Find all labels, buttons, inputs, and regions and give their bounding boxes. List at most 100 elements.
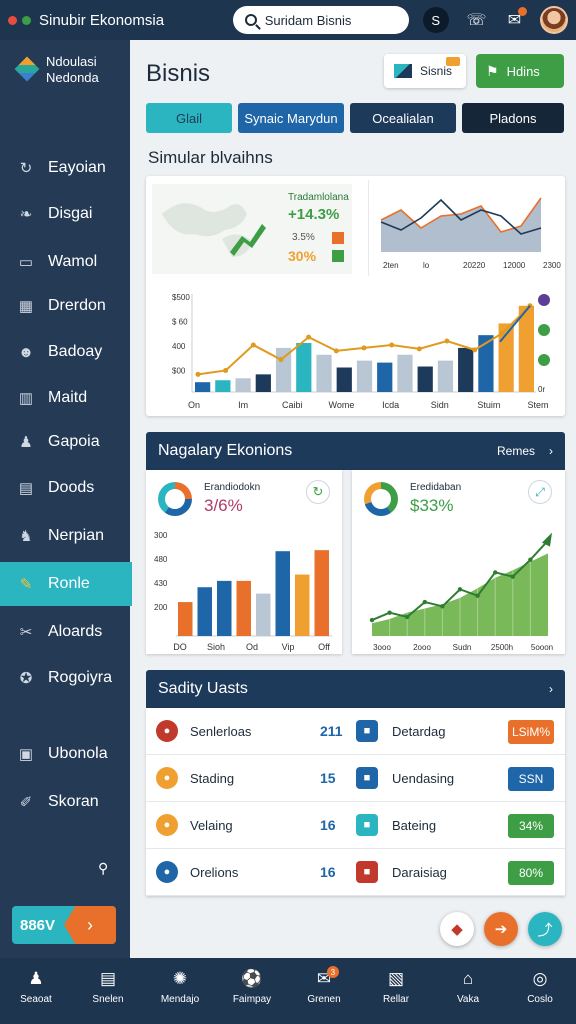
- sidebar-item-label: Gapoia: [48, 433, 100, 450]
- header-button-primary[interactable]: ⚑ Hdins: [476, 54, 564, 88]
- list-item-label: Detardag: [392, 724, 446, 739]
- chat-icon[interactable]: ⤴: [528, 912, 562, 946]
- sidebar-item-ronle[interactable]: ✎ Ronle: [0, 562, 132, 606]
- charts-panel-action[interactable]: Remes ›: [497, 444, 553, 458]
- bottom-nav-vaka[interactable]: ⌂ Vaka: [432, 958, 504, 1024]
- line-point: [405, 614, 410, 620]
- bottom-nav-seaoat[interactable]: ♟ Seaoat: [0, 958, 72, 1024]
- x-tick-label: Caibi: [282, 400, 303, 410]
- list-item-count: 16: [320, 817, 336, 833]
- sidebar-item-eayoian[interactable]: ↻ Eayoian: [0, 146, 130, 190]
- bottom-nav-rellar[interactable]: ▧ Rellar: [360, 958, 432, 1024]
- legend-check-icon: [538, 294, 550, 306]
- mini-chart-svg: 2ten lo 20220 12000 2300: [380, 197, 561, 270]
- chevron-right-icon[interactable]: ›: [549, 682, 553, 696]
- y-tick-label: 480: [154, 555, 168, 564]
- list-item-label: Velaing: [190, 818, 233, 833]
- collapse-icon[interactable]: ⚲: [98, 860, 108, 877]
- sidebar-item-drerdon[interactable]: ▦ Drerdon: [0, 284, 130, 328]
- header-button-secondary[interactable]: Sisnis: [384, 54, 466, 88]
- list-item-icon: ■: [356, 720, 378, 742]
- tools-icon: ✂: [19, 624, 33, 641]
- user-icon: ♟: [28, 969, 44, 988]
- sidebar-item-gapoia[interactable]: ♟ Gapoia: [0, 420, 130, 464]
- sidebar-item-badoay[interactable]: ☻ Badoay: [0, 330, 130, 374]
- line-point: [440, 604, 445, 609]
- bottom-nav-faimpay[interactable]: ⚽ Faimpay: [216, 958, 288, 1024]
- close-dot[interactable]: [8, 15, 17, 25]
- combo-chart: $500 $ 60 400 $00 On Im Caibi Wome Icda Sidn Stuim…: [172, 293, 550, 410]
- list-item[interactable]: ● Orelions 16 ■ Daraisiag 80%: [146, 849, 565, 896]
- tab-synaic-marydun[interactable]: Synaic Marydun: [238, 103, 344, 133]
- fire-icon[interactable]: ➔: [484, 912, 518, 946]
- shield-icon[interactable]: ◆: [440, 912, 474, 946]
- maximize-dot[interactable]: [22, 15, 31, 25]
- sidebar-item-maitd[interactable]: ▥ Maitd: [0, 376, 130, 420]
- bar: [195, 382, 211, 392]
- x-tick-label: 2ten: [383, 261, 399, 270]
- stat-value: 30%: [288, 248, 317, 264]
- bar: [336, 367, 352, 392]
- brand-name: Ndoulasi Nedonda: [46, 54, 99, 86]
- x-tick-label: 2500h: [491, 643, 513, 652]
- status-pill[interactable]: SSN: [508, 767, 554, 791]
- refresh-icon: ↻: [19, 160, 33, 177]
- list-item-label: Orelions: [190, 865, 239, 880]
- bottom-nav-grenen[interactable]: ✉ Grenen 3: [288, 958, 360, 1024]
- sidebar-item-disgai[interactable]: ❧ Disgai: [0, 192, 130, 236]
- bar: [377, 362, 393, 392]
- line-point: [493, 570, 498, 575]
- line-point: [389, 342, 395, 348]
- user-initial-button[interactable]: S: [422, 7, 449, 33]
- status-pill[interactable]: 34%: [508, 814, 554, 838]
- y-tick-label: 200: [154, 603, 168, 612]
- section-title: Simular blvaihns: [148, 148, 273, 167]
- box-icon: [394, 64, 412, 78]
- tab-ocealialan[interactable]: Ocealialan: [350, 103, 456, 133]
- main-content: Bisnis Sisnis ⚑ Hdins Glail Synaic Maryd…: [130, 40, 576, 958]
- search-input[interactable]: Suridam Bisnis: [232, 6, 409, 34]
- bottom-nav-coslo[interactable]: ◎ Coslo: [504, 958, 576, 1024]
- bar: [197, 587, 212, 636]
- stats-list: ● Senlerloas 211 ■ Detardag LSiM% ● Stadi…: [146, 708, 565, 896]
- line-point: [499, 330, 505, 336]
- list-item-icon: ●: [156, 767, 178, 789]
- status-pill[interactable]: LSiM%: [508, 720, 554, 744]
- bar-chart: 300 480 430 200 DO Sioh Od Vip Off: [154, 531, 332, 652]
- bottom-nav-snelen[interactable]: ▤ Snelen: [72, 958, 144, 1024]
- bottom-nav-label: Faimpay: [232, 994, 272, 1005]
- sidebar-cta-button[interactable]: 886V ›: [12, 906, 116, 944]
- refresh-icon[interactable]: ↻: [306, 480, 330, 504]
- stat-swatch-green: [332, 250, 344, 262]
- sidebar-item-aloards[interactable]: ✂ Aloards: [0, 610, 130, 654]
- avatar[interactable]: [540, 6, 568, 34]
- phone-icon[interactable]: ☏: [467, 10, 487, 30]
- list-item-icon: ■: [356, 767, 378, 789]
- tab-glail[interactable]: Glail: [146, 103, 232, 133]
- status-pill[interactable]: 80%: [508, 861, 554, 885]
- notification-icon[interactable]: ✉: [505, 7, 528, 30]
- list-item[interactable]: ● Velaing 16 ■ Bateing 34%: [146, 802, 565, 849]
- bottom-nav-mendajo[interactable]: ✺ Mendajo: [144, 958, 216, 1024]
- sidebar-item-doods[interactable]: ▤ Doods: [0, 466, 130, 510]
- sidebar-item-wamol[interactable]: ▭ Wamol: [0, 240, 130, 284]
- x-tick-label: 3ooo: [373, 643, 391, 652]
- mini-area: [381, 198, 541, 252]
- expand-icon[interactable]: ⤢: [528, 480, 552, 504]
- sidebar-item-ubonola[interactable]: ▣ Ubonola: [0, 732, 130, 776]
- line-point: [416, 346, 422, 352]
- search-icon: [244, 14, 257, 26]
- sidebar-item-rogoiyra[interactable]: ✪ Rogoiyra: [0, 656, 130, 700]
- area-chart-card: Eredidaban $33% ⤢ 3ooo 2ooo Sudn 2500h 5ooon: [352, 470, 565, 654]
- bottom-nav-label: Coslo: [527, 994, 553, 1005]
- page-title: Bisnis: [146, 60, 211, 87]
- list-item[interactable]: ● Senlerloas 211 ■ Detardag LSiM%: [146, 708, 565, 755]
- top-bar: Sinubir Ekonomsia Suridam Bisnis S ☏ ✉: [0, 0, 576, 40]
- charts-panel-action-label: Remes: [496, 444, 535, 458]
- sidebar-item-nerpian[interactable]: ♞ Nerpian: [0, 514, 130, 558]
- sidebar-item-label: Drerdon: [48, 297, 106, 314]
- sidebar-item-skoran[interactable]: ✐ Skoran: [0, 780, 130, 824]
- list-item[interactable]: ● Stading 15 ■ Uendasing SSN: [146, 755, 565, 802]
- tab-pladons[interactable]: Pladons: [462, 103, 564, 133]
- gear-icon: ✺: [172, 969, 188, 988]
